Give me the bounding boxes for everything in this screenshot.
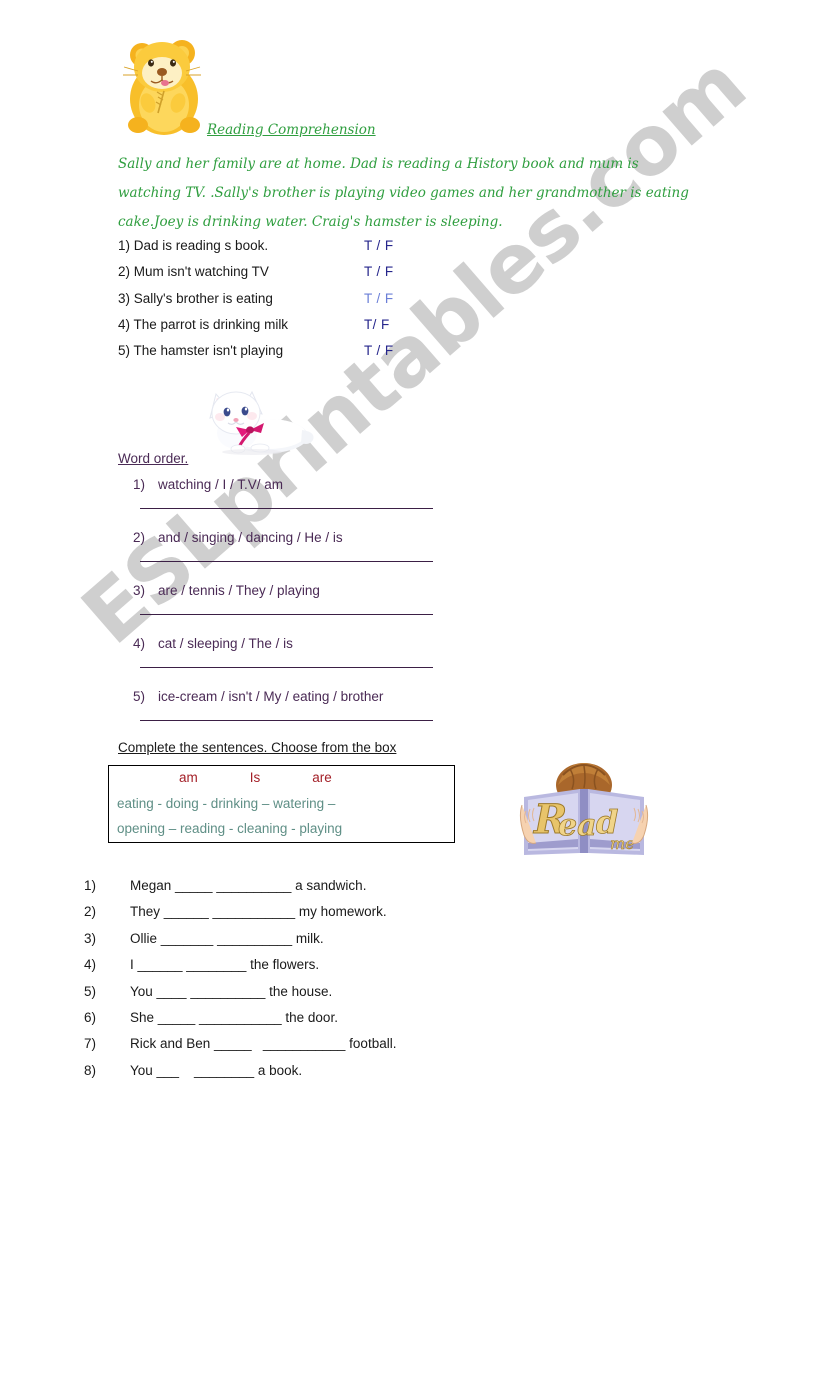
read-me-book-illustration: R ea d me [519, 763, 649, 855]
true-false-answer[interactable]: T / F [364, 264, 394, 279]
fill-in-sentences-list: 1) Megan _____ __________ a sandwich. 2)… [84, 878, 504, 1089]
reading-passage: Sally and her family are at home. Dad is… [118, 150, 718, 237]
true-false-question: 1) Dad is reading s book. [118, 238, 269, 253]
fill-in-number: 5) [84, 983, 97, 999]
word-order-heading: Word order. [118, 451, 189, 466]
true-false-list: 1) Dad is reading s book. T / F 2) Mum i… [118, 238, 418, 369]
fill-in-sentence[interactable]: You ____ __________ the house. [130, 984, 332, 999]
fill-in-sentence[interactable]: Megan _____ __________ a sandwich. [130, 878, 366, 893]
fill-in-row: 7) Rick and Ben _____ ___________ footba… [84, 1036, 504, 1062]
true-false-answer[interactable]: T / F [364, 238, 394, 253]
fill-in-sentence[interactable]: They ______ ___________ my homework. [130, 904, 387, 919]
true-false-question: 4) The parrot is drinking milk [118, 316, 289, 332]
fill-in-number: 2) [84, 904, 97, 920]
fill-in-row: 3) Ollie _______ __________ milk. [84, 931, 504, 957]
word-order-words: and / singing / dancing / He / is [158, 530, 343, 545]
word-order-words: watching / I / T.V/ am [158, 477, 284, 492]
true-false-answer[interactable]: T / F [364, 343, 394, 358]
answer-line[interactable] [140, 614, 433, 615]
fill-in-number: 6) [84, 1009, 97, 1025]
true-false-row: 4) The parrot is drinking milk T/ F [118, 317, 418, 343]
fill-in-sentence[interactable]: I ______ ________ the flowers. [130, 957, 319, 972]
word-bank-box: am Is are eating - doing - drinking – wa… [108, 765, 455, 843]
fill-in-sentence[interactable]: You ___ ________ a book. [130, 1063, 302, 1078]
fill-in-row: 6) She _____ ___________ the door. [84, 1010, 504, 1036]
fill-in-sentence[interactable]: Ollie _______ __________ milk. [130, 931, 324, 946]
true-false-row: 1) Dad is reading s book. T / F [118, 238, 418, 264]
true-false-row: 5) The hamster isn't playing T / F [118, 343, 418, 369]
fill-in-number: 3) [84, 930, 97, 946]
word-order-number: 1) [133, 477, 146, 492]
fill-in-number: 8) [84, 1062, 97, 1078]
fill-in-row: 5) You ____ __________ the house. [84, 984, 504, 1010]
answer-line[interactable] [140, 667, 433, 668]
answer-line[interactable] [140, 561, 433, 562]
word-order-item: 5) ice-cream / isn't / My / eating / bro… [118, 689, 448, 742]
word-bank-auxiliaries: am Is are [179, 770, 439, 785]
fill-in-row: 2) They ______ ___________ my homework. [84, 904, 504, 930]
true-false-question: 3) Sally's brother is eating [118, 290, 273, 306]
word-order-item: 3) are / tennis / They / playing [118, 583, 448, 636]
true-false-row: 2) Mum isn't watching TV T / F [118, 264, 418, 290]
fill-in-sentence[interactable]: Rick and Ben _____ ___________ football. [130, 1036, 396, 1051]
complete-sentences-heading: Complete the sentences. Choose from the … [118, 740, 397, 755]
page-title: Reading Comprehension [207, 122, 376, 138]
fill-in-number: 7) [84, 1036, 97, 1052]
hamster-illustration [123, 40, 201, 135]
fill-in-row: 4) I ______ ________ the flowers. [84, 957, 504, 983]
word-bank-is[interactable]: Is [250, 770, 261, 785]
word-order-item: 4) cat / sleeping / The / is [118, 636, 448, 689]
passage-line: watching TV. .Sally's brother is playing… [118, 185, 689, 201]
true-false-question: 2) Mum isn't watching TV [118, 264, 269, 280]
word-bank-verbs-line: eating - doing - drinking – watering – [117, 796, 336, 811]
word-bank-are[interactable]: are [312, 770, 332, 785]
cat-illustration [209, 390, 314, 455]
fill-in-row: 1) Megan _____ __________ a sandwich. [84, 878, 504, 904]
word-order-number: 3) [133, 583, 146, 598]
fill-in-sentence[interactable]: She _____ ___________ the door. [130, 1010, 338, 1025]
word-bank-verbs-line: opening – reading - cleaning - playing [117, 821, 343, 836]
true-false-answer[interactable]: T/ F [364, 317, 390, 332]
passage-line: Sally and her family are at home. Dad is… [118, 156, 639, 172]
word-order-words: are / tennis / They / playing [158, 583, 320, 598]
fill-in-number: 1) [84, 878, 97, 893]
svg-text:me: me [610, 834, 635, 853]
word-order-words: cat / sleeping / The / is [158, 636, 293, 651]
answer-line[interactable] [140, 720, 433, 721]
true-false-question: 5) The hamster isn't playing [118, 343, 284, 359]
word-order-number: 4) [133, 636, 146, 651]
true-false-row: 3) Sally's brother is eating T / F [118, 291, 418, 317]
answer-line[interactable] [140, 508, 433, 509]
word-order-number: 5) [133, 689, 146, 704]
passage-line: cake.Joey is drinking water. Craig's ham… [118, 214, 503, 230]
fill-in-number: 4) [84, 957, 97, 973]
svg-text:ea: ea [558, 808, 597, 843]
true-false-answer[interactable]: T / F [364, 291, 394, 306]
word-order-number: 2) [133, 530, 146, 545]
word-bank-am[interactable]: am [179, 770, 198, 785]
word-order-list: 1) watching / I / T.V/ am 2) and / singi… [118, 477, 448, 742]
fill-in-row: 8) You ___ ________ a book. [84, 1063, 504, 1089]
word-order-words: ice-cream / isn't / My / eating / brothe… [158, 689, 384, 704]
worksheet-page: ESLprintables.com Reading Comprehension … [0, 0, 838, 1389]
word-order-item: 2) and / singing / dancing / He / is [118, 530, 448, 583]
word-order-item: 1) watching / I / T.V/ am [118, 477, 448, 530]
